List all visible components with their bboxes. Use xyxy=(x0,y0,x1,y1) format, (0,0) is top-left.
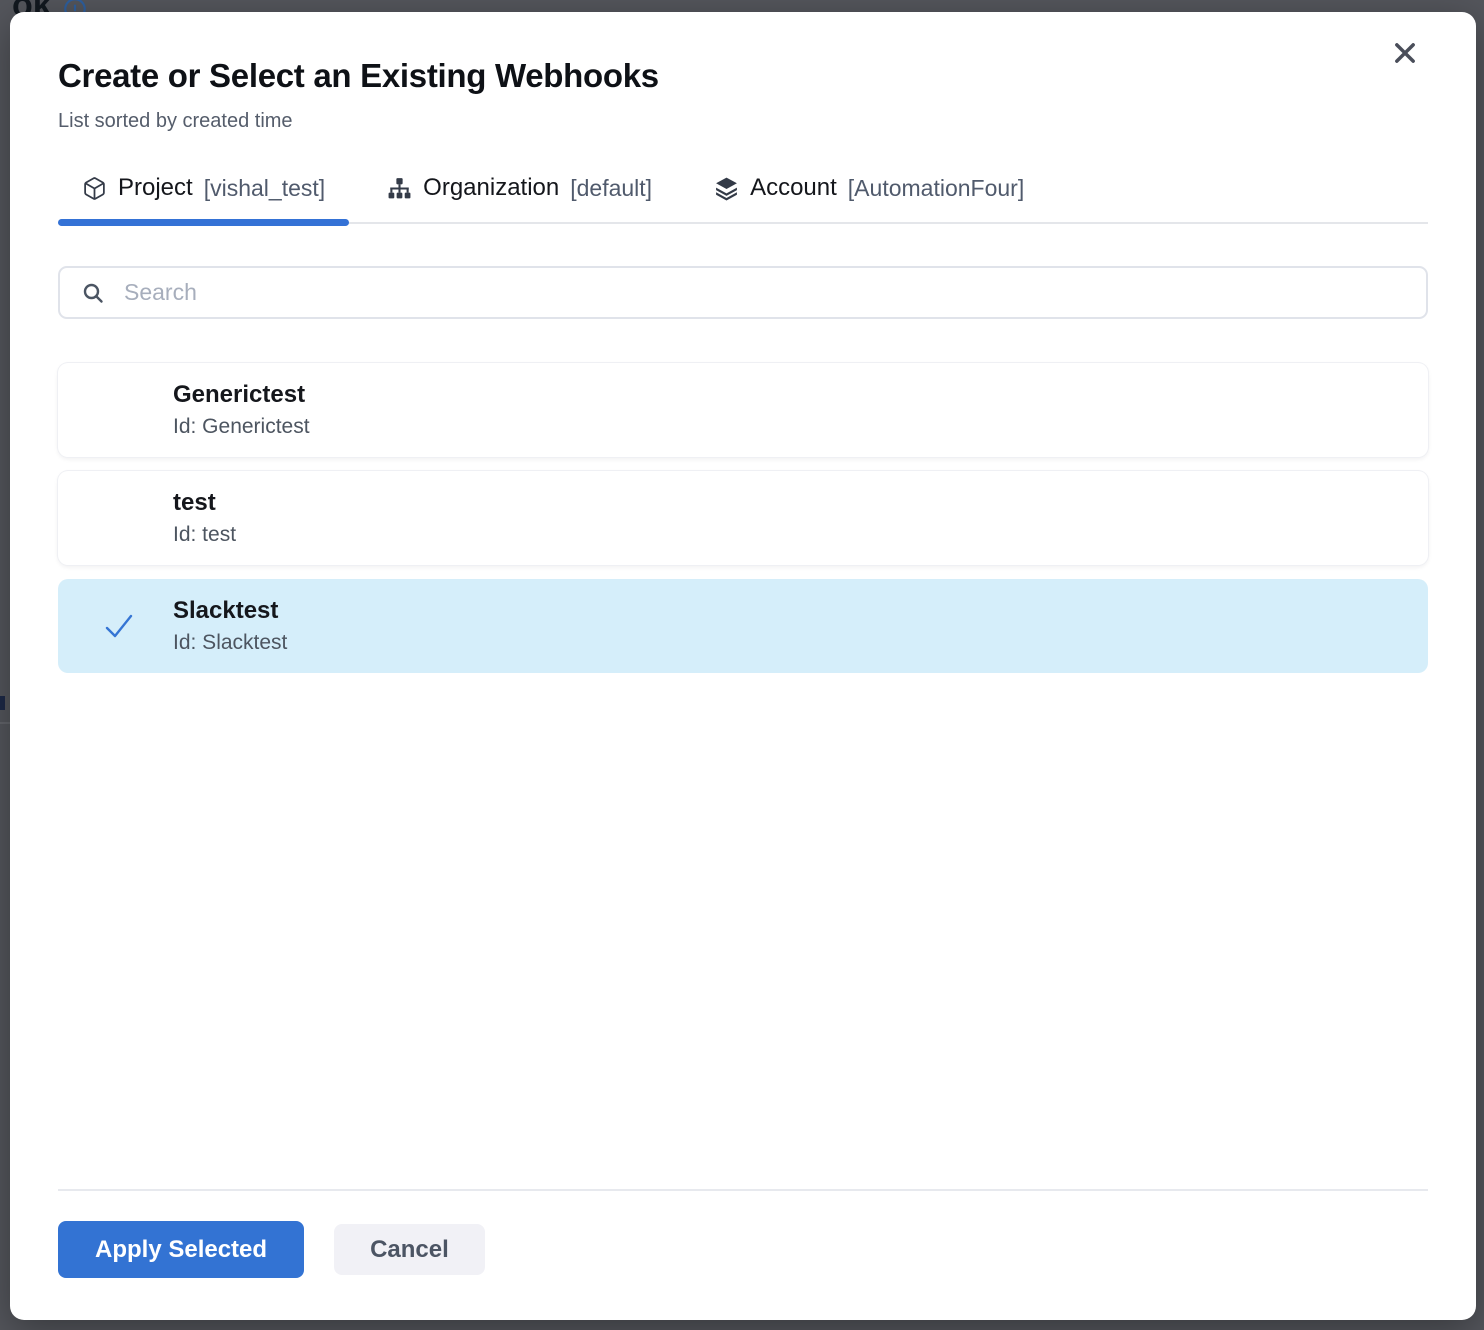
item-id: Id: Generictest xyxy=(173,414,1428,440)
apply-selected-button[interactable]: Apply Selected xyxy=(58,1221,304,1278)
search-icon xyxy=(81,281,105,305)
content-spacer xyxy=(58,687,1428,1189)
page-title: Create or Select an Existing Webhooks xyxy=(58,56,1428,96)
tab-account[interactable]: Account [AutomationFour] xyxy=(690,172,1048,222)
item-title: Generictest xyxy=(173,380,1428,410)
tab-organization-label: Organization xyxy=(423,174,559,202)
tab-organization-context: [default] xyxy=(570,175,652,202)
cube-icon xyxy=(82,176,107,201)
list-item-generictest[interactable]: Generictest Id: Generictest xyxy=(58,363,1428,457)
search-input[interactable] xyxy=(124,279,1405,306)
webhooks-modal: Create or Select an Existing Webhooks Li… xyxy=(10,12,1476,1320)
item-title: test xyxy=(173,488,1428,518)
tab-project-label: Project xyxy=(118,174,193,202)
list-item-test[interactable]: test Id: test xyxy=(58,471,1428,565)
active-tab-indicator xyxy=(58,219,349,226)
tab-account-label: Account xyxy=(750,174,837,202)
search-box xyxy=(58,266,1428,319)
close-icon xyxy=(1391,39,1419,67)
cancel-button[interactable]: Cancel xyxy=(334,1224,485,1275)
tab-bar: Project [vishal_test] Organization [defa… xyxy=(58,172,1428,224)
modal-header: Create or Select an Existing Webhooks Li… xyxy=(58,12,1428,134)
item-title: Slacktest xyxy=(173,596,1428,626)
tab-project-context: [vishal_test] xyxy=(204,175,325,202)
list-item-slacktest[interactable]: Slacktest Id: Slacktest xyxy=(58,579,1428,673)
tab-project[interactable]: Project [vishal_test] xyxy=(58,172,349,222)
tab-account-context: [AutomationFour] xyxy=(848,175,1024,202)
close-button[interactable] xyxy=(1388,36,1422,70)
tab-organization[interactable]: Organization [default] xyxy=(363,172,676,222)
layers-icon xyxy=(714,176,739,201)
sitemap-icon xyxy=(387,176,412,201)
item-id: Id: Slacktest xyxy=(173,630,1428,656)
item-id: Id: test xyxy=(173,522,1428,548)
background-left-mark xyxy=(0,696,5,710)
webhook-list: Generictest Id: Generictest test Id: tes… xyxy=(58,363,1428,687)
background-left-line xyxy=(0,722,10,724)
check-icon xyxy=(102,609,136,643)
page-subtitle: List sorted by created time xyxy=(58,108,1428,134)
modal-footer: Apply Selected Cancel xyxy=(58,1189,1428,1320)
